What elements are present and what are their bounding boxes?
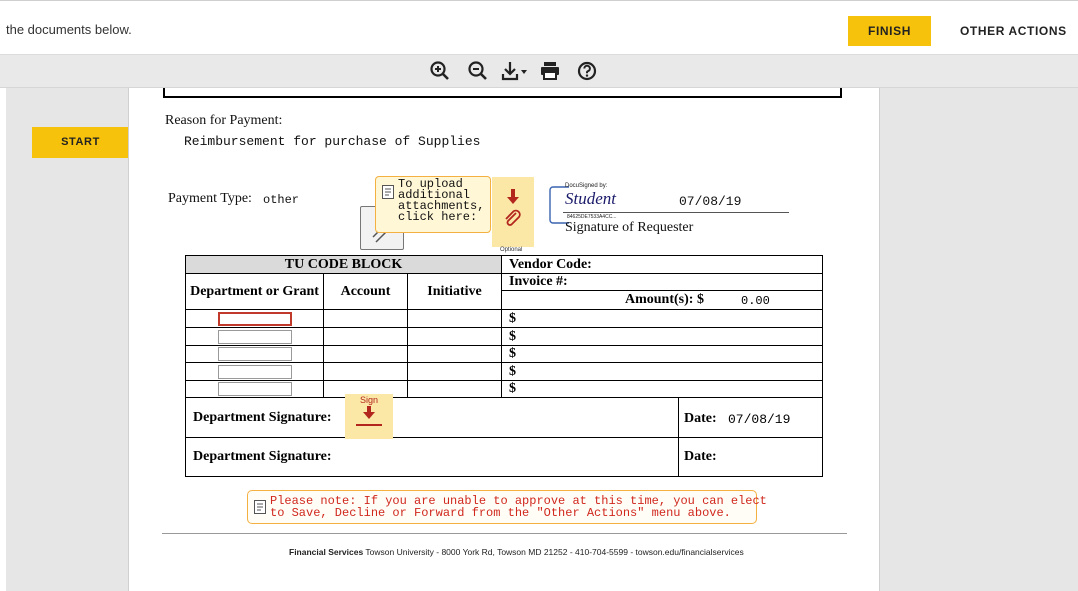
approval-note: Please note: If you are unable to approv…	[247, 490, 767, 524]
department-signature-label-2: Department Signature:	[193, 449, 332, 464]
initiative-cell[interactable]	[407, 309, 502, 328]
reason-value: Reimbursement for purchase of Supplies	[184, 134, 481, 149]
footer-divider	[162, 533, 847, 534]
account-cell[interactable]	[323, 345, 408, 363]
payment-type-label: Payment Type:	[168, 191, 252, 206]
initiative-cell[interactable]	[407, 380, 502, 398]
amount-dollar: $	[501, 327, 823, 346]
department-grant-input[interactable]	[217, 364, 292, 379]
help-icon[interactable]	[575, 59, 599, 83]
sign-label: Sign	[359, 395, 378, 405]
download-icon[interactable]	[500, 59, 530, 83]
signature-caption: Signature of Requester	[565, 220, 694, 235]
print-icon[interactable]	[538, 59, 562, 83]
down-arrow-icon	[507, 189, 519, 204]
attachment-button[interactable]: Optional	[492, 177, 534, 253]
sign-button[interactable]: Sign	[345, 394, 393, 439]
signature-line	[563, 212, 789, 213]
previous-section-box	[163, 88, 842, 98]
date-value: 07/08/19	[728, 412, 791, 427]
note-icon	[382, 185, 394, 199]
initiative-cell[interactable]	[407, 362, 502, 381]
account-header: Account	[323, 273, 408, 310]
footer-bold: Financial Services	[289, 547, 364, 557]
initiative-header: Initiative	[407, 273, 502, 310]
invoice-label: Invoice #:	[502, 274, 822, 291]
department-grant-input[interactable]	[217, 347, 292, 361]
account-cell[interactable]	[323, 362, 408, 381]
department-grant-input[interactable]	[217, 382, 292, 396]
paperclip-icon	[505, 209, 521, 226]
amounts-value: 0.00	[741, 294, 770, 308]
department-grant-header: Department or Grant	[185, 273, 324, 310]
tu-code-block-table: TU CODE BLOCK Vendor Code: Department or…	[185, 255, 823, 477]
sign-underline	[356, 424, 382, 426]
payment-type-value: other	[263, 193, 300, 207]
footer-text: Towson University - 8000 York Rd, Towson…	[365, 547, 744, 557]
signature-date: 07/08/19	[679, 194, 742, 209]
reason-label: Reason for Payment:	[165, 113, 283, 128]
down-arrow-icon	[363, 406, 375, 419]
amounts-label: Amount(s): $	[625, 292, 704, 307]
document-toolbar	[0, 55, 1078, 88]
tooltip-text: To upload additional attachments, click …	[398, 177, 485, 224]
attachment-tooltip: To upload additional attachments, click …	[375, 176, 491, 233]
amount-dollar: $	[501, 380, 823, 398]
instruction-text: the documents below.	[6, 22, 132, 37]
left-edge	[0, 88, 6, 591]
date-label: Date:	[684, 411, 717, 426]
initiative-cell[interactable]	[407, 327, 502, 346]
approval-note-text: Please note: If you are unable to approv…	[270, 494, 767, 520]
amount-dollar: $	[501, 345, 823, 363]
initiative-cell[interactable]	[407, 345, 502, 363]
footer: Financial Services Towson University - 8…	[289, 547, 744, 557]
vendor-code-label: Vendor Code:	[501, 255, 823, 274]
date-label-2: Date:	[684, 449, 717, 464]
tu-code-block-header: TU CODE BLOCK	[185, 255, 502, 274]
zoom-out-icon[interactable]	[466, 59, 490, 83]
start-button[interactable]: START	[32, 127, 129, 158]
top-bar: the documents below. FINISH OTHER ACTION…	[0, 0, 1078, 55]
department-grant-input[interactable]	[217, 329, 292, 344]
department-signature-label: Department Signature:	[193, 410, 332, 425]
amount-dollar: $	[501, 362, 823, 381]
other-actions-button[interactable]: OTHER ACTIONS	[960, 16, 1067, 46]
requester-signature: DocuSigned by: Student 07/08/19 84625DE7…	[549, 180, 789, 240]
amount-dollar: $	[501, 309, 823, 328]
department-grant-input[interactable]	[217, 311, 292, 326]
note-icon	[254, 500, 266, 514]
zoom-in-icon[interactable]	[428, 59, 452, 83]
account-cell[interactable]	[323, 309, 408, 328]
signature-name: Student	[565, 189, 616, 208]
finish-button[interactable]: FINISH	[848, 16, 931, 46]
optional-label: Optional	[500, 247, 523, 253]
account-cell[interactable]	[323, 327, 408, 346]
